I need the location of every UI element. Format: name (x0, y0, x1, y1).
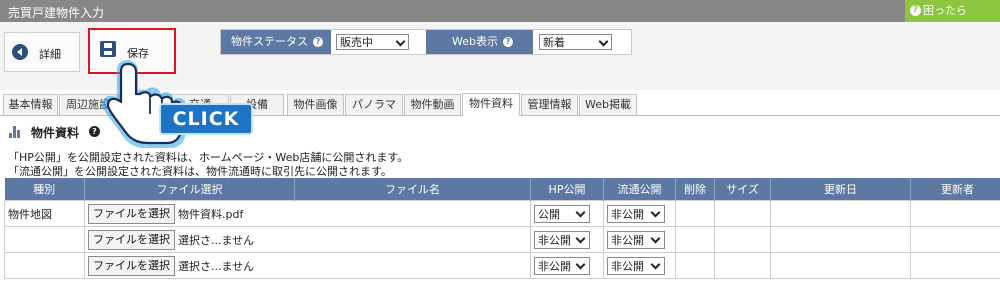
title-bar: 売買戸建物件入力 ? 困ったら (0, 0, 1000, 22)
help-button[interactable]: ? 困ったら (905, 0, 1000, 22)
file-select-button[interactable]: ファイルを選択 (88, 229, 175, 250)
web-select[interactable]: 新着 (539, 34, 612, 50)
table-row: ファイルを選択 選択さ...ません 非公開 非公開 (4, 226, 1000, 253)
col-header-updated-by: 更新者 (910, 178, 1000, 201)
hp-public-value: 公開 (538, 207, 560, 221)
window-title: 売買戸建物件入力 (8, 6, 105, 20)
table-row: ファイルを選択 選択さ...ません 非公開 非公開 (4, 252, 1000, 279)
dist-cell: 非公開 (603, 226, 676, 253)
web-label-text: Web表示 (452, 35, 498, 48)
updated-date-cell (770, 226, 911, 253)
size-cell (714, 252, 771, 279)
file-cell: ファイルを選択 物件資料.pdf (84, 200, 531, 227)
row-type (4, 252, 85, 279)
status-select[interactable]: 販売中 (336, 34, 409, 50)
save-disk-icon (100, 41, 116, 57)
chevron-down-icon (598, 36, 609, 47)
chevron-down-icon (395, 36, 406, 47)
col-header-file-name: ファイル名 (294, 178, 531, 201)
chevron-down-icon (575, 233, 586, 243)
question-icon[interactable]: ? (89, 126, 100, 137)
distribution-public-value: 非公開 (611, 207, 644, 221)
distribution-public-select[interactable]: 非公開 (607, 256, 665, 275)
detail-button[interactable]: 詳細 (4, 32, 80, 72)
col-header-updated-date: 更新日 (770, 178, 911, 201)
file-name: 物件資料.pdf (178, 207, 244, 221)
hp-cell: 非公開 (530, 226, 604, 253)
table-header-row: 種別 ファイル選択 ファイル名 HP公開 流通公開 削除 サイズ 更新日 更新者 (4, 178, 1000, 201)
size-cell (714, 200, 771, 227)
note-distribution: 「流通公開」を公開設定された資料は、物件流通時に取引先に公開されます。 (8, 165, 392, 178)
file-cell: ファイルを選択 選択さ...ません (84, 252, 531, 279)
col-header-size: サイズ (714, 178, 771, 201)
hp-public-select[interactable]: 非公開 (534, 256, 590, 275)
status-label: 物件ステータス? (221, 30, 331, 54)
col-header-distribution-public: 流通公開 (603, 178, 676, 201)
web-select-value: 新着 (543, 36, 565, 49)
distribution-public-select[interactable]: 非公開 (607, 204, 665, 223)
delete-cell (675, 226, 715, 253)
col-header-hp-public: HP公開 (530, 178, 604, 201)
chevron-down-icon (575, 259, 586, 269)
distribution-public-value: 非公開 (611, 259, 644, 273)
file-name: 選択さ...ません (178, 259, 255, 273)
tab-property-documents[interactable]: 物件資料 (462, 93, 520, 116)
updated-by-cell (910, 226, 1000, 253)
row-type (4, 226, 85, 253)
section-title: 物件資料 (31, 126, 80, 140)
hp-public-select[interactable]: 公開 (534, 204, 590, 223)
hp-public-select[interactable]: 非公開 (534, 230, 590, 249)
pointing-hand-icon (102, 60, 253, 149)
question-icon: ? (910, 5, 921, 16)
click-hint-overlay: CLICK (100, 58, 260, 149)
hp-public-value: 非公開 (538, 233, 571, 247)
chevron-down-icon (650, 259, 661, 269)
chevron-down-icon (650, 207, 661, 217)
web-label: Web表示? (426, 30, 533, 54)
hp-cell: 非公開 (530, 252, 604, 279)
file-select-button[interactable]: ファイルを選択 (88, 255, 175, 276)
question-icon: ? (502, 37, 513, 47)
question-icon: ? (313, 37, 323, 47)
distribution-public-select[interactable]: 非公開 (607, 230, 665, 249)
tab-panorama[interactable]: パノラマ (345, 94, 403, 115)
tab-property-images[interactable]: 物件画像 (287, 94, 344, 115)
tab-basic-info[interactable]: 基本情報 (3, 94, 58, 115)
updated-by-cell (910, 200, 1000, 227)
delete-cell (675, 252, 715, 279)
col-header-file-select: ファイル選択 (84, 178, 295, 201)
tab-web-listing[interactable]: Web掲載 (579, 94, 637, 115)
chevron-down-icon (575, 207, 586, 217)
filter-bar: 物件ステータス? 販売中 Web表示? 新着 (220, 29, 632, 55)
file-select-button[interactable]: ファイルを選択 (88, 203, 175, 224)
bar-chart-icon (9, 126, 21, 138)
table-row: 物件地図 ファイルを選択 物件資料.pdf 公開 非公開 (4, 200, 1000, 227)
row-type: 物件地図 (4, 200, 85, 227)
size-cell (714, 226, 771, 253)
back-arrow-icon (12, 44, 28, 60)
updated-by-cell (910, 252, 1000, 279)
file-name: 選択さ...ません (178, 233, 255, 247)
hp-public-value: 非公開 (538, 259, 571, 273)
tab-property-video[interactable]: 物件動画 (404, 94, 461, 115)
tab-management-info[interactable]: 管理情報 (521, 94, 578, 115)
col-header-delete: 削除 (675, 178, 715, 201)
dist-cell: 非公開 (603, 252, 676, 279)
col-header-type: 種別 (4, 178, 85, 201)
updated-date-cell (770, 252, 911, 279)
chevron-down-icon (650, 233, 661, 243)
file-cell: ファイルを選択 選択さ...ません (84, 226, 531, 253)
click-label: CLICK (172, 108, 240, 130)
delete-cell (675, 200, 715, 227)
distribution-public-value: 非公開 (611, 233, 644, 247)
help-label: 困ったら (923, 4, 967, 17)
status-select-value: 販売中 (340, 36, 373, 49)
status-label-text: 物件ステータス (231, 35, 308, 48)
dist-cell: 非公開 (603, 200, 676, 227)
updated-date-cell (770, 200, 911, 227)
documents-table: 種別 ファイル選択 ファイル名 HP公開 流通公開 削除 サイズ 更新日 更新者… (4, 178, 1000, 279)
detail-label: 詳細 (39, 48, 61, 61)
hp-cell: 公開 (530, 200, 604, 227)
